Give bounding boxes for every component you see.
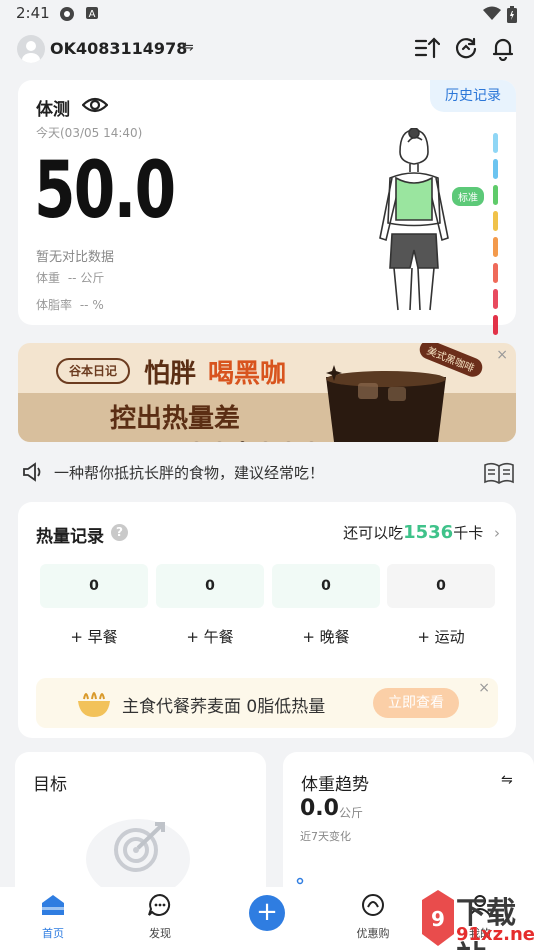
sort-icon[interactable] — [414, 36, 440, 60]
meal-value-exercise[interactable]: 0 — [387, 564, 495, 608]
eye-icon[interactable] — [82, 94, 108, 116]
add-breakfast-button[interactable]: + 早餐 — [40, 626, 148, 647]
refresh-icon[interactable] — [454, 36, 478, 60]
megaphone-icon — [23, 462, 41, 482]
scale-segment — [493, 289, 498, 309]
promo-text: 主食代餐荞麦面 0脂低热量 — [122, 697, 326, 717]
add-lunch-button[interactable]: + 午餐 — [156, 626, 264, 647]
body-measure-card[interactable]: 体测 历史记录 今天(03/05 14:40) 50.0 暂无对比数据 体重 -… — [18, 80, 516, 335]
banner-logo: 谷本日记 — [56, 358, 130, 384]
banner-dot — [286, 441, 291, 442]
chat-icon — [148, 893, 171, 916]
a-icon: A — [86, 7, 98, 20]
view-now-button[interactable]: 立即查看 — [373, 688, 459, 718]
book-icon[interactable] — [484, 462, 514, 484]
svg-text:9: 9 — [431, 907, 445, 931]
sync-icon — [60, 7, 74, 21]
banner-dot — [263, 441, 268, 442]
battery-icon — [507, 6, 517, 23]
body-measure-title: 体测 — [36, 100, 70, 120]
svg-text:A: A — [89, 9, 96, 20]
coffee-cup-illustration — [326, 365, 446, 442]
watermark-logo-icon: 9 — [422, 890, 454, 946]
scale-segment — [493, 133, 498, 153]
noodle-promo[interactable]: 主食代餐荞麦面 0脂低热量 立即查看 × — [36, 678, 498, 728]
banner-pagination — [194, 431, 332, 442]
trend-value: 0.0 — [300, 796, 339, 821]
avatar[interactable] — [17, 35, 45, 63]
scale-segment — [493, 237, 498, 257]
remaining-value: 1536 — [403, 522, 454, 543]
tab-discover-label: 发现 — [149, 927, 171, 940]
banner-dot — [217, 441, 222, 442]
meal-value-lunch[interactable]: 0 — [156, 564, 264, 608]
help-icon[interactable]: ? — [111, 524, 128, 541]
remaining-prefix: 还可以吃 — [343, 524, 404, 542]
body-figure-illustration — [379, 128, 449, 311]
chevron-right-icon: › — [494, 524, 500, 542]
site-watermark: 9 下载站 91xz.net — [420, 886, 534, 950]
trend-subtitle: 近7天变化 — [300, 830, 351, 843]
calorie-card: 热量记录 ? 还可以吃1536千卡 › 0 0 0 0 + 早餐 + 午餐 + … — [18, 502, 516, 738]
measure-date: 今天(03/05 14:40) — [36, 126, 143, 140]
trend-title: 体重趋势 — [301, 775, 369, 795]
calorie-remaining[interactable]: 还可以吃1536千卡 › — [343, 522, 500, 543]
standard-tag: 标准 — [452, 187, 484, 206]
status-bar: 2:41 A — [0, 0, 534, 28]
trend-point — [296, 877, 304, 885]
banner-close-button[interactable]: × — [496, 347, 508, 363]
add-dinner-button[interactable]: + 晚餐 — [272, 626, 380, 647]
scale-segment — [493, 185, 498, 205]
fat-label: 体脂率 — [36, 298, 73, 312]
wifi-icon — [483, 6, 501, 20]
scale-segment — [493, 211, 498, 231]
notice-bar[interactable]: 一种帮你抵抗长胖的食物，建议经常吃！ — [22, 462, 516, 484]
watermark-line2: 91xz.net — [456, 924, 534, 945]
fat-row: 体脂率 -- % — [36, 296, 104, 313]
banner-line2: 控出热量差 — [110, 404, 241, 434]
calorie-title: 热量记录 — [36, 527, 104, 547]
body-scale-bar — [493, 133, 498, 341]
status-time: 2:41 — [16, 4, 50, 22]
meal-value-breakfast[interactable]: 0 — [40, 564, 148, 608]
tab-discover[interactable]: 发现 — [125, 893, 195, 941]
weight-label: 体重 — [36, 271, 61, 285]
tab-deals[interactable]: 优惠购 — [338, 893, 408, 941]
top-bar: OK4083114978 ⇋ — [0, 30, 534, 70]
bell-icon[interactable] — [491, 36, 515, 61]
weight-row: 体重 -- 公斤 — [36, 269, 104, 286]
trend-unit: 公斤 — [339, 806, 364, 820]
coupon-icon — [362, 894, 384, 916]
tab-deals-label: 优惠购 — [356, 927, 390, 940]
trend-switch-icon[interactable]: ⇋ — [501, 772, 513, 788]
promo-banner[interactable]: 谷本日记 怕胖 喝黑咖 控出热量差 美式黑咖啡 × — [18, 343, 516, 442]
tab-home-label: 首页 — [42, 927, 64, 940]
goal-title: 目标 — [33, 775, 67, 795]
weight-value: -- 公斤 — [67, 271, 105, 285]
banner-dot — [240, 441, 245, 442]
home-icon — [42, 895, 64, 915]
noodle-bowl-icon — [78, 692, 110, 717]
notice-text: 一种帮你抵抗长胖的食物，建议经常吃！ — [54, 464, 325, 482]
tab-home[interactable]: 首页 — [18, 893, 88, 941]
scale-segment — [493, 159, 498, 179]
scale-segment — [493, 263, 498, 283]
scale-segment — [493, 315, 498, 335]
compare-note: 暂无对比数据 — [36, 250, 115, 265]
promo-close-button[interactable]: × — [478, 680, 490, 696]
account-id[interactable]: OK4083114978 — [50, 39, 187, 58]
add-record-button[interactable]: + — [249, 895, 285, 931]
banner-dot — [309, 441, 314, 442]
banner-dot — [194, 441, 199, 442]
fat-value: -- % — [79, 298, 104, 312]
remaining-unit: 千卡 — [453, 524, 484, 542]
add-exercise-button[interactable]: + 运动 — [387, 626, 495, 647]
banner-line1a: 怕胖 — [144, 359, 197, 389]
meal-value-dinner[interactable]: 0 — [272, 564, 380, 608]
switch-account-icon[interactable]: ⇋ — [182, 39, 194, 55]
history-button[interactable]: 历史记录 — [430, 80, 516, 112]
target-icon — [86, 819, 190, 894]
banner-line1b: 喝黑咖 — [208, 359, 287, 389]
body-score: 50.0 — [34, 146, 176, 236]
